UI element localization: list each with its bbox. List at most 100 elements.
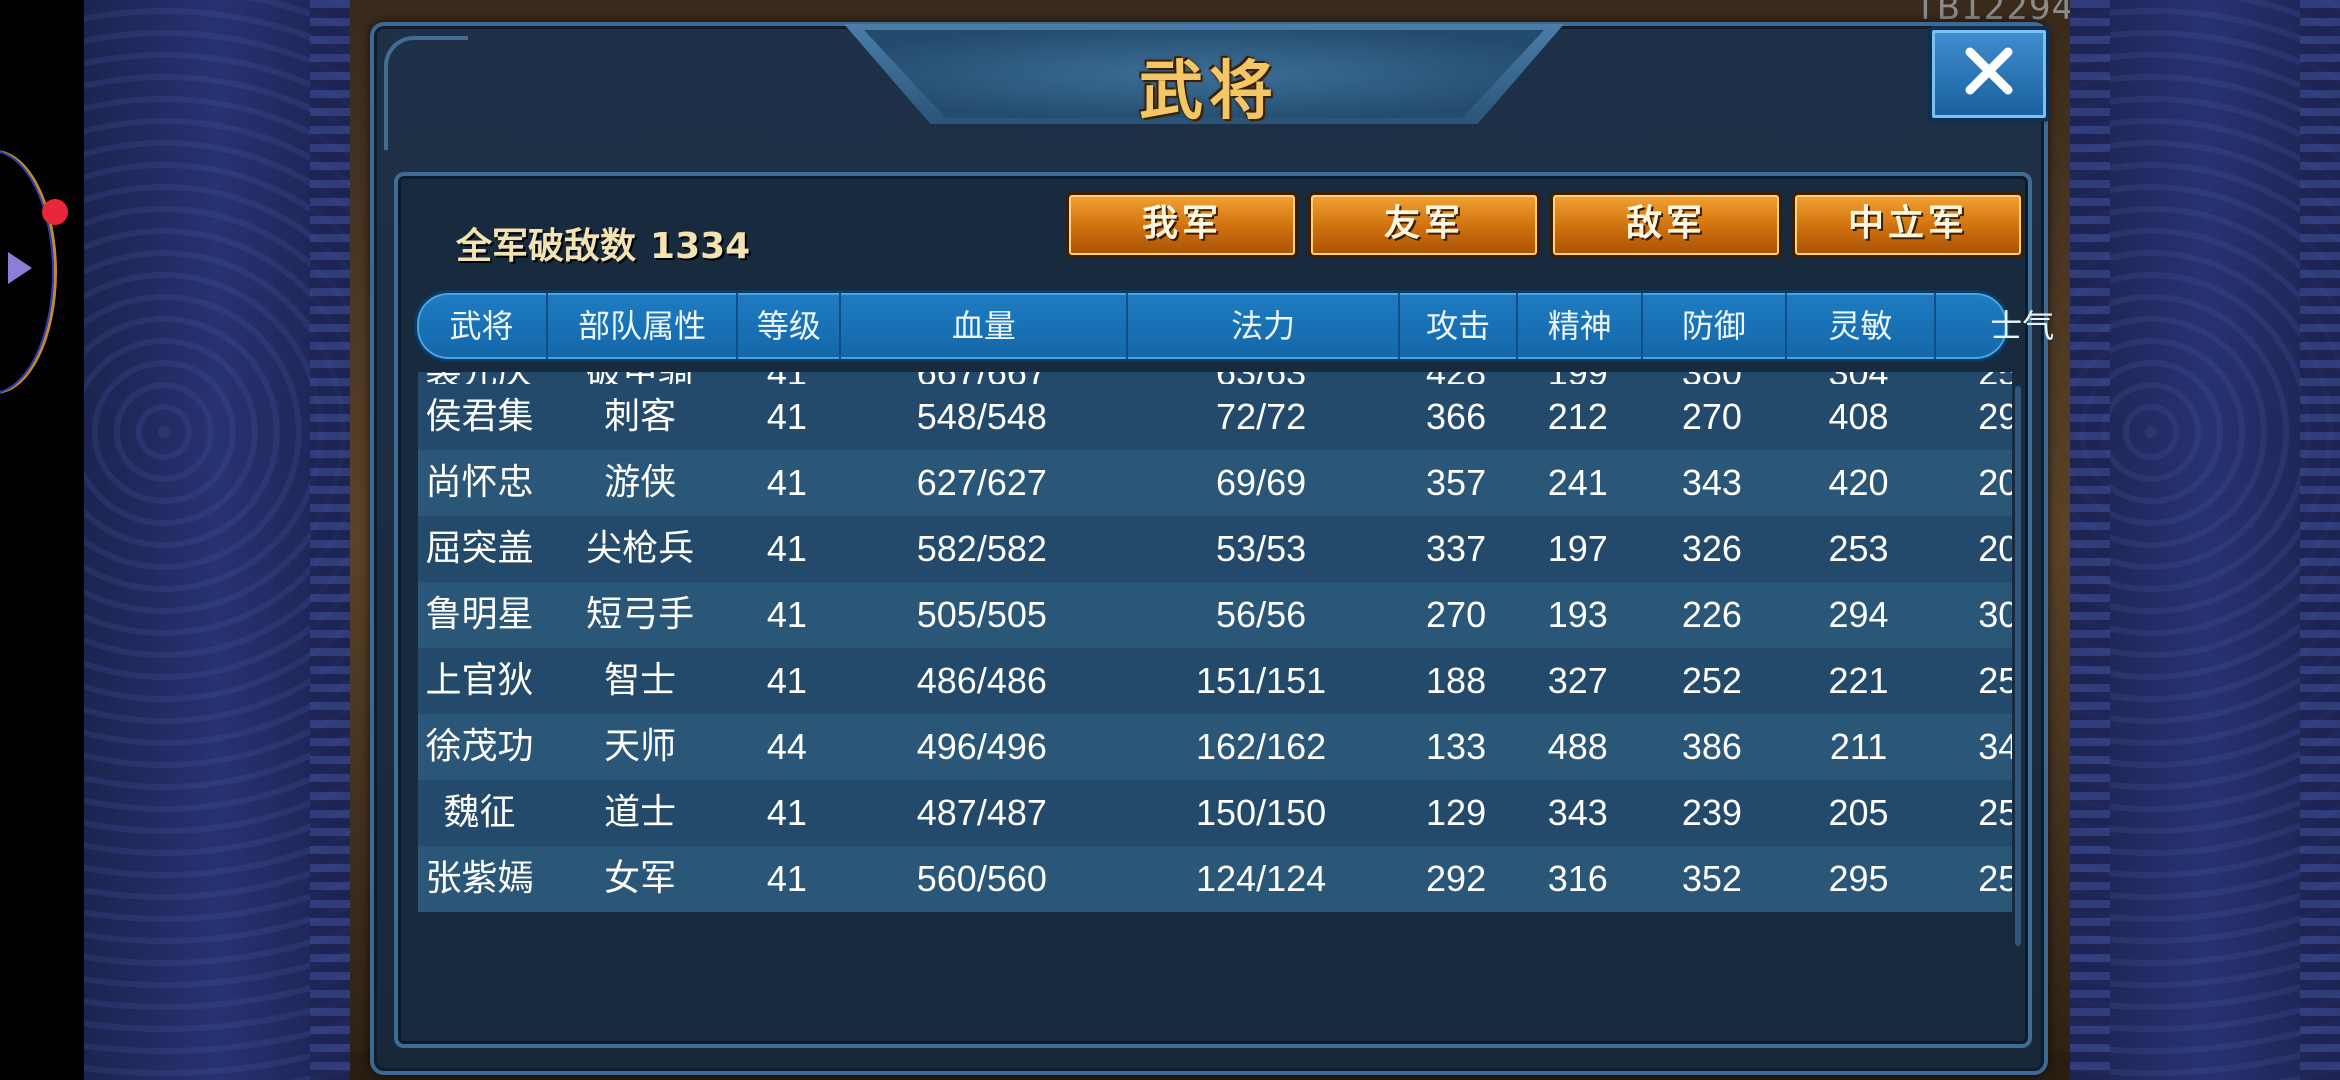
cell-defense: 239 [1681,792,1742,833]
cell-name: 魏征 [443,792,516,833]
dialog-title: 武将 [1139,55,1279,129]
cell-hp: 496/496 [916,726,1047,767]
cell-attack: 366 [1426,396,1487,437]
right-ornament-border [2070,0,2110,1080]
enemy-army-button[interactable]: 敌军 [1550,192,1782,258]
cell-defense: 226 [1681,594,1742,635]
cell-mp: 162/162 [1196,726,1327,767]
cell-name: 侯君集 [425,396,534,437]
cell-spirit: 193 [1547,594,1608,635]
cell-morale: 345 [1978,726,2012,767]
header-attack: 攻击 [1400,293,1519,359]
table-row[interactable]: 魏征 道士 41 487/487 150/150 129 343 239 205 252 [418,780,2012,846]
cell-morale: 308 [1978,594,2012,635]
cell-morale: 205 [1978,528,2012,569]
cell-mp: 124/124 [1196,858,1327,899]
close-button[interactable] [1928,26,2050,122]
total-kills-label: 全军破敌数 [456,226,637,267]
table-row[interactable]: 徐茂功 天师 44 496/496 162/162 133 488 386 211 345 [418,714,2012,780]
cell-level: 41 [766,792,807,833]
cell-defense: 326 [1681,528,1742,569]
cell-level: 44 [766,726,807,767]
header-morale: 士气 [1990,307,2055,345]
cell-troop-type: 短弓手 [586,594,695,635]
cell-morale: 202 [1978,462,2012,503]
cell-hp: 548/548 [916,396,1047,437]
cell-spirit: 241 [1547,462,1608,503]
cell-troop-type: 尖枪兵 [586,528,695,569]
table-body[interactable]: 侯君集 刺客 41 548/548 72/72 366 212 270 408 298 尚怀忠 游侠 4… [418,384,2012,954]
cell-morale: 250 [1978,858,2012,899]
neutral-army-button[interactable]: 中立军 [1792,192,2024,258]
cell-name: 张紫嫣 [425,858,534,899]
left-ornament-border [310,0,350,1080]
table-row[interactable]: 屈突盖 尖枪兵 41 582/582 53/53 337 197 326 253 205 [418,516,2012,582]
cell-attack: 133 [1426,726,1487,767]
table-row[interactable]: 尚怀忠 游侠 41 627/627 69/69 357 241 343 420 202 [418,450,2012,516]
header-troop-type: 部队属性 [548,293,739,359]
left-ornament-panel [84,0,350,1080]
cell-spirit: 488 [1547,726,1608,767]
cell-spirit: 343 [1547,792,1608,833]
cell-attack: 129 [1426,792,1487,833]
header-mp: 法力 [1128,293,1400,359]
cell-troop-type: 智士 [604,660,677,701]
cell-level: 41 [766,858,807,899]
cell-mp: 72/72 [1216,396,1307,437]
my-army-button[interactable]: 我军 [1066,192,1298,258]
cell-agility: 295 [1828,858,1889,899]
cell-level: 41 [766,396,807,437]
cell-hp: 582/582 [916,528,1047,569]
right-ornament-border-outer [2300,0,2340,1080]
cell-hp: 505/505 [916,594,1047,635]
cell-mp: 150/150 [1196,792,1327,833]
cell-agility: 205 [1828,792,1889,833]
table-header: 武将 部队属性 等级 血量 法力 攻击 精神 防御 灵敏 士气 [414,290,2054,362]
cell-attack: 337 [1426,528,1487,569]
header-name: 武将 [417,293,549,359]
cell-level: 41 [766,594,807,635]
cell-level: 41 [766,528,807,569]
cell-agility: 420 [1828,462,1889,503]
cell-attack: 270 [1426,594,1487,635]
cell-name: 屈突盖 [425,528,534,569]
cell-troop-type: 道士 [604,792,677,833]
cell-troop-type: 游侠 [604,462,677,503]
table-scrollbar[interactable] [2015,386,2021,946]
cell-morale: 298 [1978,396,2012,437]
right-ornament-panel [2070,0,2340,1080]
cell-mp: 69/69 [1216,462,1307,503]
cell-agility: 253 [1828,528,1889,569]
table-row[interactable]: 鲁明星 短弓手 41 505/505 56/56 270 193 226 294 308 [418,582,2012,648]
cell-attack: 357 [1426,462,1487,503]
cell-name: 鲁明星 [425,594,534,635]
header-agility: 灵敏 [1787,293,1937,359]
cell-agility: 211 [1829,726,1888,767]
table-row[interactable]: 侯君集 刺客 41 548/548 72/72 366 212 270 408 298 [418,384,2012,450]
ally-army-button[interactable]: 友军 [1308,192,1540,258]
cell-troop-type: 刺客 [604,396,677,437]
cell-spirit: 327 [1547,660,1608,701]
table-row[interactable]: 上官狄 智士 41 486/486 151/151 188 327 252 221 254 [418,648,2012,714]
expand-arrow-icon[interactable] [8,252,32,284]
cell-hp: 486/486 [916,660,1047,701]
total-kills-value: 1334 [650,226,751,267]
cell-defense: 343 [1681,462,1742,503]
cell-hp: 560/560 [916,858,1047,899]
cell-defense: 386 [1681,726,1742,767]
cell-spirit: 212 [1547,396,1608,437]
header-hp: 血量 [841,293,1129,359]
header-spirit: 精神 [1518,293,1644,359]
close-icon [1965,47,2013,95]
table-row[interactable]: 张紫嫣 女军 41 560/560 124/124 292 316 352 295 250 [418,846,2012,912]
cell-agility: 221 [1828,660,1889,701]
cell-troop-type: 天师 [604,726,677,767]
cell-spirit: 197 [1547,528,1608,569]
cell-mp: 151/151 [1196,660,1327,701]
cell-defense: 352 [1681,858,1742,899]
cell-level: 41 [766,660,807,701]
generals-dialog: 武将 全军破敌数 1334 我军 友军 敌军 中立军 武将 部队属性 等级 血量 法力 攻击… [370,22,2054,1075]
cell-name: 上官狄 [425,660,534,701]
cell-spirit: 316 [1547,858,1608,899]
cell-defense: 252 [1681,660,1742,701]
